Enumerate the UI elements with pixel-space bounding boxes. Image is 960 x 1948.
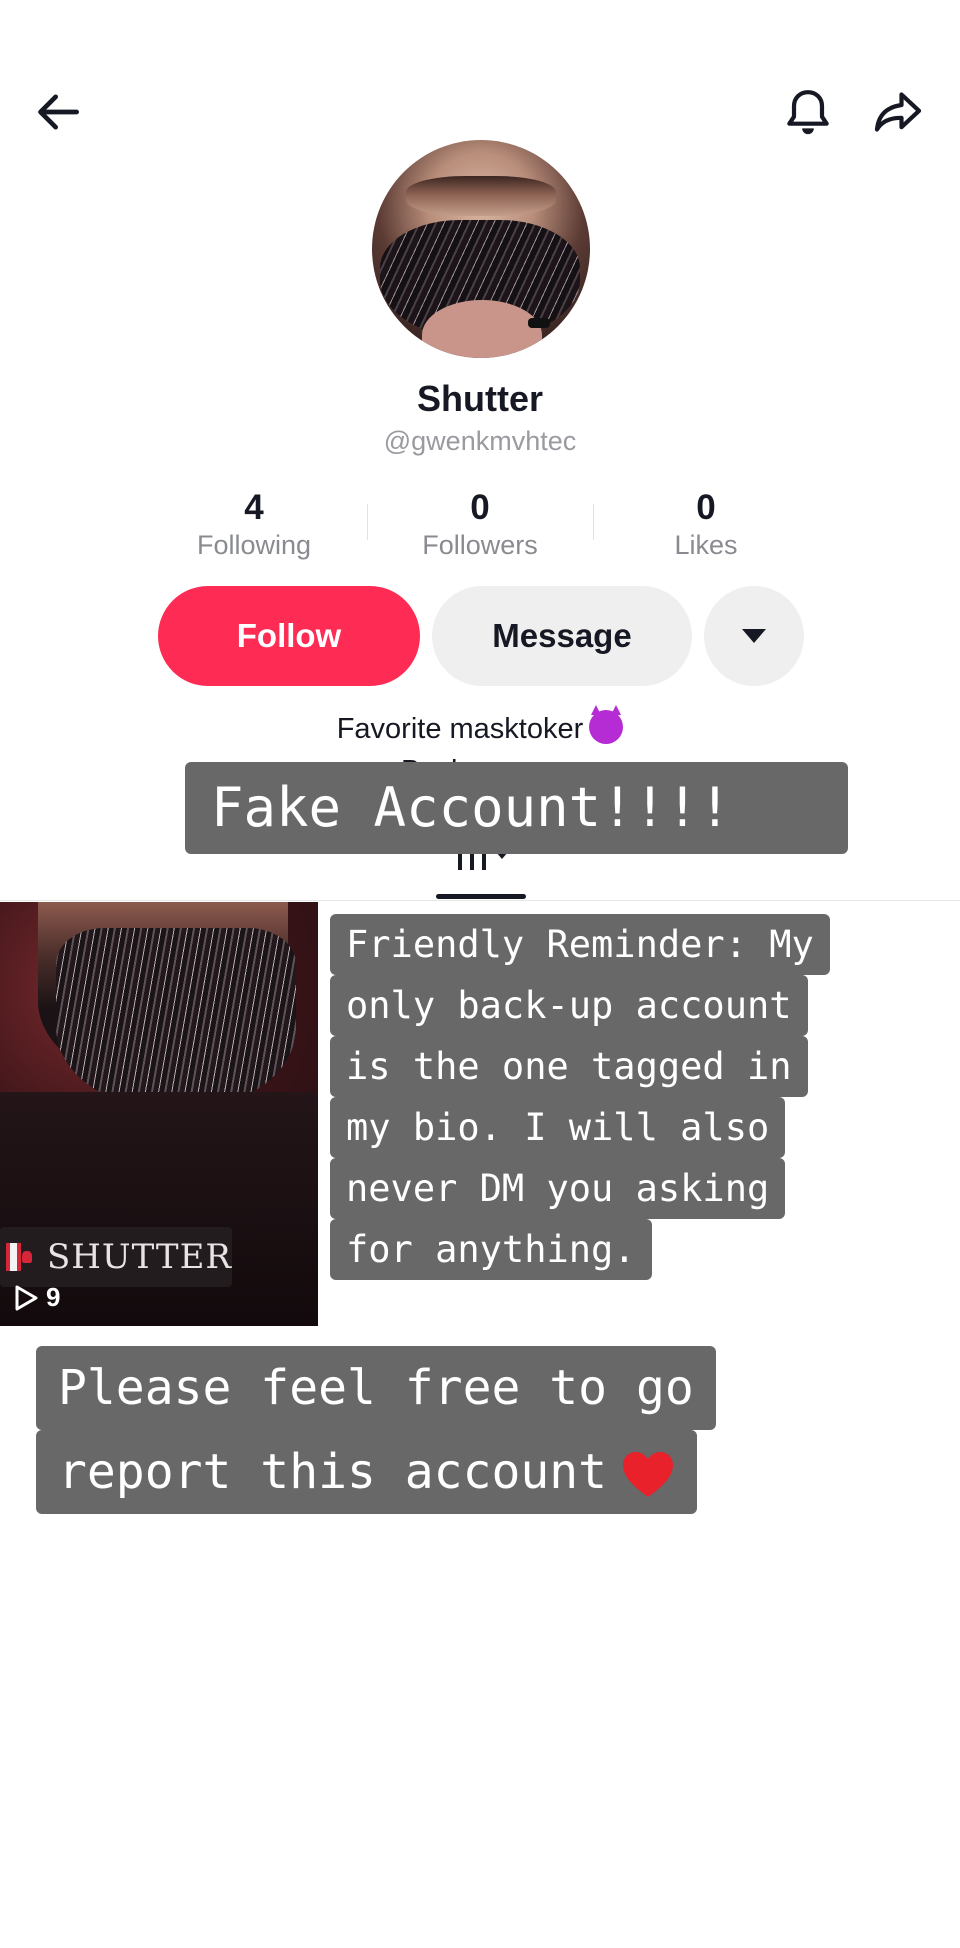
video-thumbnail[interactable]: SHUTTER 9 [0,902,318,1326]
reminder-caption-line: for anything. [330,1219,652,1280]
caret-down-icon [742,629,766,643]
smiling-devil-icon [589,705,624,744]
back-button[interactable] [22,76,94,148]
following-label: Following [196,530,312,560]
canada-flag-icon [6,1243,32,1271]
stat-divider [367,504,368,540]
play-count-value: 9 [46,1282,61,1312]
bio-text: Favorite masktoker [336,713,584,745]
report-caption-text: report this account [58,1444,608,1500]
play-count: 9 [12,1282,60,1313]
avatar-eyes [406,176,556,216]
following-count: 4 [244,488,264,527]
bio-line-1: Favorite masktoker [0,705,960,746]
follow-button[interactable]: Follow [158,586,420,686]
patch-text: SHUTTER [46,1237,232,1277]
reminder-caption-line: never DM you asking [330,1158,786,1219]
play-icon [15,1285,38,1310]
avatar-ring [528,318,550,328]
display-name: Shutter [417,378,543,419]
reminder-caption-line: Friendly Reminder: My [330,914,830,975]
active-tab-indicator [436,894,526,899]
username: @gwenkmvhtec [383,426,577,456]
followers-count: 0 [470,488,490,527]
followers-label: Followers [422,530,538,560]
fake-account-caption: Fake Account!!!! [185,762,848,854]
message-button[interactable]: Message [432,586,692,686]
likes-count: 0 [696,488,716,527]
report-caption-line-2: report this account [36,1430,698,1514]
heart-icon [623,1452,674,1497]
tab-divider [0,900,960,901]
stat-divider [593,504,594,540]
more-options-button[interactable] [704,586,804,686]
arrow-left-icon [38,94,79,130]
thumb-patch: SHUTTER [0,1227,232,1287]
share-button[interactable] [862,76,934,148]
stat-likes[interactable]: 0 Likes [606,488,806,561]
report-caption-line: Please feel free to go [36,1346,716,1430]
thumb-mask [56,928,296,1108]
stat-followers[interactable]: 0 Followers [380,488,580,561]
profile-avatar[interactable] [372,140,590,358]
notification-button[interactable] [772,76,844,148]
reminder-caption-line: only back-up account [330,975,808,1036]
stat-following[interactable]: 4 Following [154,488,354,561]
reminder-caption-line: is the one tagged in [330,1036,808,1097]
share-arrow-icon [874,92,922,132]
likes-label: Likes [674,530,738,560]
bell-icon [787,90,829,135]
reminder-caption-line: my bio. I will also [330,1097,786,1158]
